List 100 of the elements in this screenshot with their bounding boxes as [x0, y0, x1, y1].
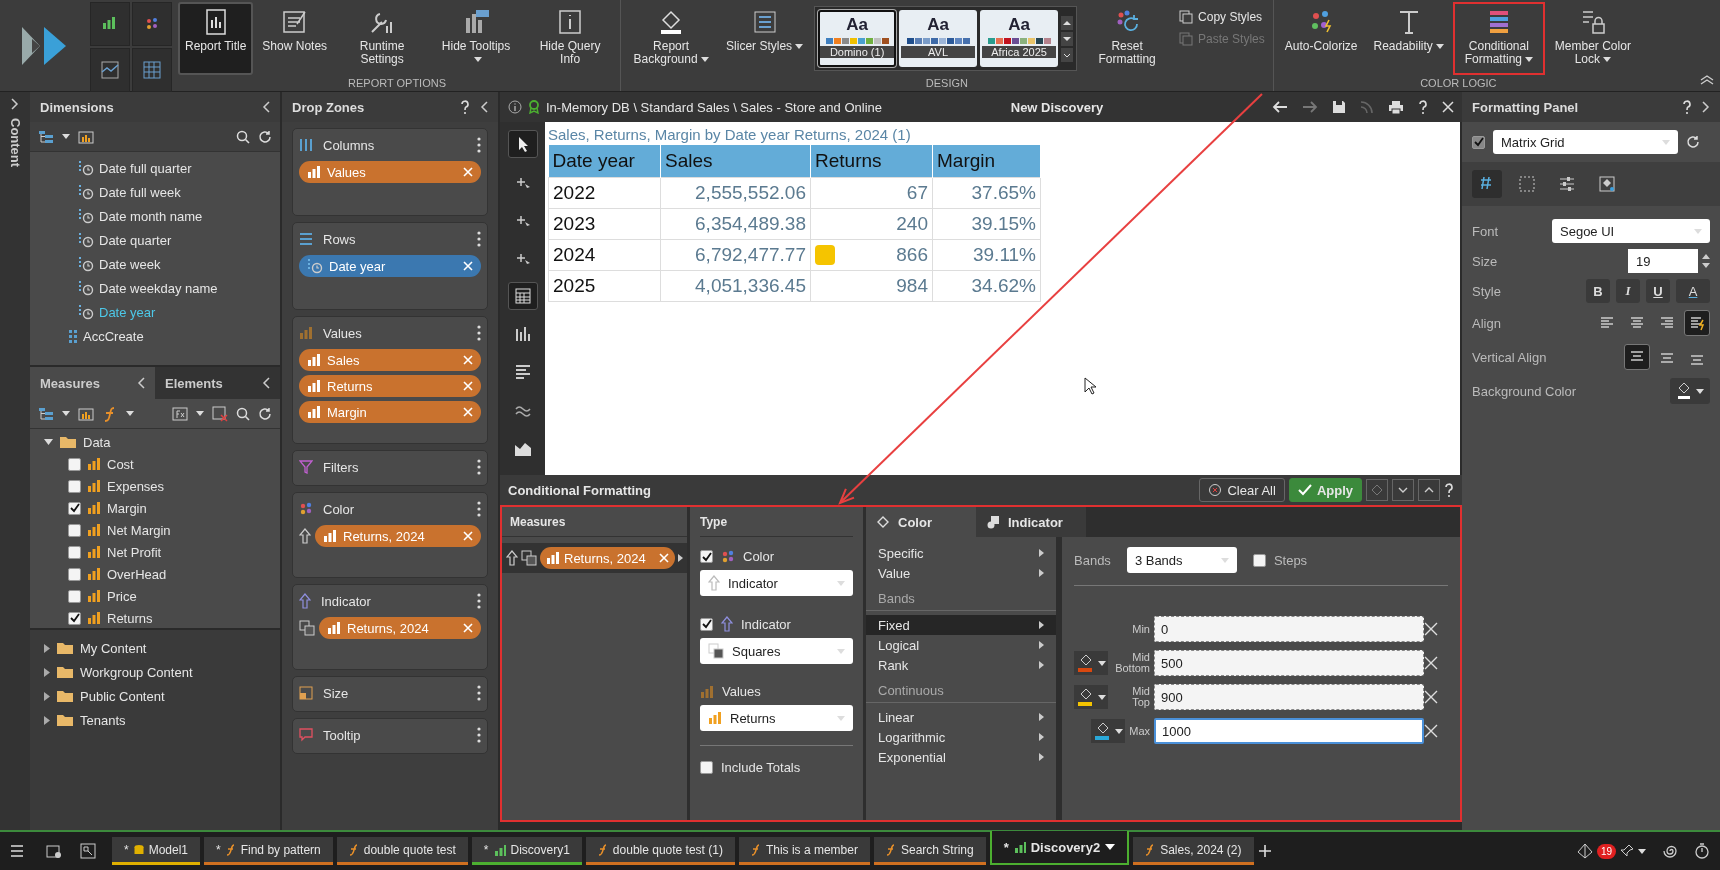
expand-toggle[interactable] — [44, 691, 50, 701]
checkbox[interactable] — [68, 567, 81, 581]
folder-gear-icon[interactable] — [46, 843, 62, 859]
chevron-left-icon[interactable] — [262, 101, 270, 113]
tree-view-icon[interactable] — [38, 129, 54, 144]
document-tab[interactable]: Search String — [873, 837, 986, 865]
back-arrow-icon[interactable] — [1272, 101, 1288, 113]
expand-toggle[interactable] — [44, 715, 50, 725]
align-button[interactable] — [1684, 310, 1710, 336]
clear-all-button[interactable]: Clear All — [1199, 478, 1285, 502]
caret-down-icon[interactable] — [62, 134, 70, 139]
band-color-button[interactable] — [1074, 651, 1108, 675]
checkbox[interactable] — [700, 761, 713, 774]
field-pill[interactable]: Margin — [299, 401, 481, 423]
dropdown[interactable]: 3 Bands — [1126, 547, 1237, 573]
size-input[interactable]: 19 — [1628, 249, 1698, 273]
document-tab[interactable]: double quote test — [336, 837, 468, 865]
document-tab[interactable]: This is a member — [738, 837, 870, 865]
menu-icon[interactable] — [10, 845, 24, 857]
remove-icon[interactable] — [1424, 724, 1438, 738]
menu-item[interactable]: Exponential — [866, 747, 1056, 767]
help-icon[interactable] — [1682, 100, 1692, 114]
checkbox[interactable] — [1472, 135, 1485, 149]
menu-item[interactable]: Logarithmic — [866, 727, 1056, 747]
close-icon[interactable] — [1442, 101, 1454, 113]
ribbon-button[interactable]: Hide Tooltips — [430, 2, 523, 75]
checkbox[interactable] — [68, 545, 81, 559]
style-button[interactable]: I — [1616, 279, 1640, 303]
ribbon-button[interactable]: Show Notes — [255, 2, 335, 75]
theme-card[interactable]: Aa Domino (1) — [818, 10, 897, 67]
color-dots-icon[interactable] — [145, 17, 159, 31]
ribbon-button[interactable]: Hide Query Info — [524, 2, 617, 75]
ribbon-button[interactable]: Member Color Lock — [1546, 2, 1639, 75]
dropdown[interactable]: Indicator — [700, 570, 853, 596]
list-tool-icon[interactable] — [513, 363, 532, 381]
dimension-item[interactable]: Date weekday name — [30, 276, 280, 300]
chart-table-icon[interactable] — [101, 61, 119, 79]
dropdown[interactable]: Squares — [700, 638, 853, 664]
panel-tab[interactable]: Elements — [165, 375, 223, 391]
document-tab[interactable]: * Find by pattern — [204, 837, 333, 865]
panel-tab[interactable]: Indicator — [976, 507, 1086, 537]
collapse-ribbon-icon[interactable] — [1700, 75, 1714, 85]
format-tab[interactable] — [1472, 170, 1502, 198]
diagram-icon[interactable] — [80, 843, 96, 859]
caret-down-icon[interactable] — [196, 411, 204, 416]
more-icon[interactable] — [477, 231, 481, 247]
column-header[interactable]: Sales — [660, 145, 811, 177]
ribbon-button[interactable]: Runtime Settings — [336, 2, 429, 75]
document-tab[interactable]: * Model1 — [112, 837, 201, 865]
menu-item[interactable]: Specific — [866, 543, 1056, 563]
info-icon[interactable] — [508, 100, 522, 114]
ribbon-button[interactable]: Readability — [1366, 2, 1451, 75]
scroll-up-icon[interactable] — [1061, 15, 1074, 30]
ribbon-button[interactable]: Report Background — [625, 2, 718, 75]
bar-chart-icon[interactable] — [102, 16, 118, 32]
threshold-input[interactable]: 1000 — [1154, 718, 1424, 744]
document-tab[interactable]: double quote test (1) — [585, 837, 735, 865]
side-panel-label[interactable]: Content — [7, 118, 23, 168]
ribbon-button[interactable]: Auto-Colorize — [1277, 2, 1365, 75]
band-color-button[interactable] — [1074, 685, 1108, 709]
cube-chart-icon[interactable] — [78, 406, 94, 421]
help-icon[interactable] — [1418, 100, 1428, 114]
chevron-up-icon[interactable] — [1424, 487, 1434, 493]
field-pill[interactable]: Sales — [299, 349, 481, 371]
chevron-left-icon[interactable] — [480, 101, 488, 113]
cube-chart-icon[interactable] — [78, 129, 94, 144]
expand-gallery-icon[interactable] — [1061, 47, 1074, 62]
refresh-icon[interactable] — [258, 129, 272, 144]
chevron-down-icon[interactable] — [1398, 487, 1408, 493]
checkbox[interactable] — [700, 617, 713, 631]
remove-icon[interactable] — [1424, 690, 1438, 704]
scroll-down-icon[interactable] — [1061, 31, 1074, 46]
bars-tool-icon[interactable] — [513, 325, 532, 343]
dimension-item[interactable]: Date month name — [30, 204, 280, 228]
expand-toggle[interactable] — [44, 643, 50, 653]
background-color-button[interactable] — [1670, 378, 1710, 404]
help-icon[interactable] — [1444, 483, 1454, 497]
grid-tool-icon[interactable] — [513, 287, 532, 305]
more-icon[interactable] — [477, 501, 481, 517]
theme-card[interactable]: Aa AVL — [899, 10, 978, 67]
menu-item[interactable]: Linear — [866, 707, 1056, 727]
threshold-input[interactable]: 0 — [1154, 616, 1424, 642]
add-tab-icon[interactable] — [1257, 844, 1272, 858]
threshold-input[interactable]: 900 — [1154, 684, 1424, 710]
document-tab[interactable]: * Discovery1 — [471, 837, 582, 865]
dropdown[interactable]: Segoe UI — [1552, 219, 1710, 243]
dimension-item[interactable]: Date full week — [30, 180, 280, 204]
dimension-item[interactable]: Date week — [30, 252, 280, 276]
diamond-icon[interactable] — [1372, 485, 1382, 495]
panel-tab[interactable]: Color — [866, 507, 976, 537]
chevron-left-icon[interactable] — [262, 377, 270, 389]
menu-item[interactable]: Rank — [866, 655, 1056, 675]
band-color-button[interactable] — [1091, 719, 1126, 743]
search-icon[interactable] — [236, 406, 250, 421]
search-icon[interactable] — [236, 129, 250, 144]
vertical-align-button[interactable] — [1624, 344, 1650, 370]
timer-icon[interactable] — [1694, 843, 1710, 859]
chevron-right-icon[interactable] — [1702, 101, 1710, 113]
field-pill[interactable]: Returns — [299, 375, 481, 397]
threshold-input[interactable]: 500 — [1154, 650, 1424, 676]
